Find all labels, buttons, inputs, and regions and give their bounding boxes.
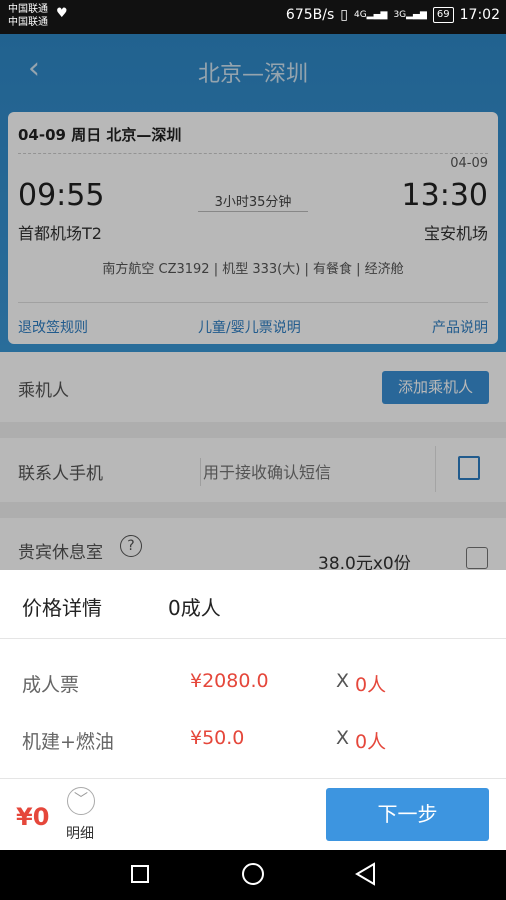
back-triangle-icon[interactable] [354, 862, 376, 886]
recent-apps-icon[interactable] [131, 865, 149, 883]
home-icon[interactable] [242, 863, 264, 885]
carrier-2: 中国联通 [8, 17, 48, 28]
total-price: ¥0 [16, 803, 50, 831]
battery-icon: 69 [432, 7, 454, 23]
system-nav-bar [0, 850, 506, 900]
price-item-qty: 0人 [355, 674, 387, 696]
price-item-amount: ¥50.0 [190, 727, 245, 749]
network-speed: 675B/s [285, 7, 335, 23]
multiply-sign: X [336, 670, 350, 692]
chevron-down-icon[interactable]: ﹀ [67, 787, 95, 815]
status-bar: 中国联通 中国联通 ♥ 675B/s ▯ 4G▂▄▆ 3G▂▄▆ 69 17:0… [0, 0, 506, 34]
multiply-sign: X [336, 727, 350, 749]
heart-icon: ♥ [56, 6, 68, 21]
divider [0, 638, 506, 639]
price-item-name: 机建+燃油 [22, 731, 114, 753]
carrier-info: 中国联通 中国联通 [8, 3, 48, 29]
signal-4g-icon: 4G▂▄▆ [353, 10, 388, 20]
modal-overlay[interactable] [0, 34, 506, 570]
next-step-button[interactable]: 下一步 [326, 788, 489, 841]
price-item-qty: 0人 [355, 731, 387, 753]
status-right: 675B/s ▯ 4G▂▄▆ 3G▂▄▆ 69 17:02 [286, 7, 500, 23]
detail-toggle-label[interactable]: 明细 [66, 823, 94, 843]
price-item-name: 成人票 [22, 674, 80, 696]
price-details-panel: 价格详情 0成人 成人票 ¥2080.0 X 0人 机建+燃油 ¥50.0 X … [0, 570, 506, 778]
price-item-amount: ¥2080.0 [190, 670, 269, 692]
bottom-bar: ¥0 ﹀ 明细 下一步 [0, 778, 506, 851]
carrier-1: 中国联通 [8, 4, 48, 15]
price-details-title: 价格详情 [22, 596, 102, 620]
clock: 17:02 [459, 7, 500, 23]
vibrate-icon: ▯ [340, 7, 348, 23]
passenger-count: 0成人 [168, 596, 221, 620]
signal-3g-icon: 3G▂▄▆ [393, 10, 427, 20]
